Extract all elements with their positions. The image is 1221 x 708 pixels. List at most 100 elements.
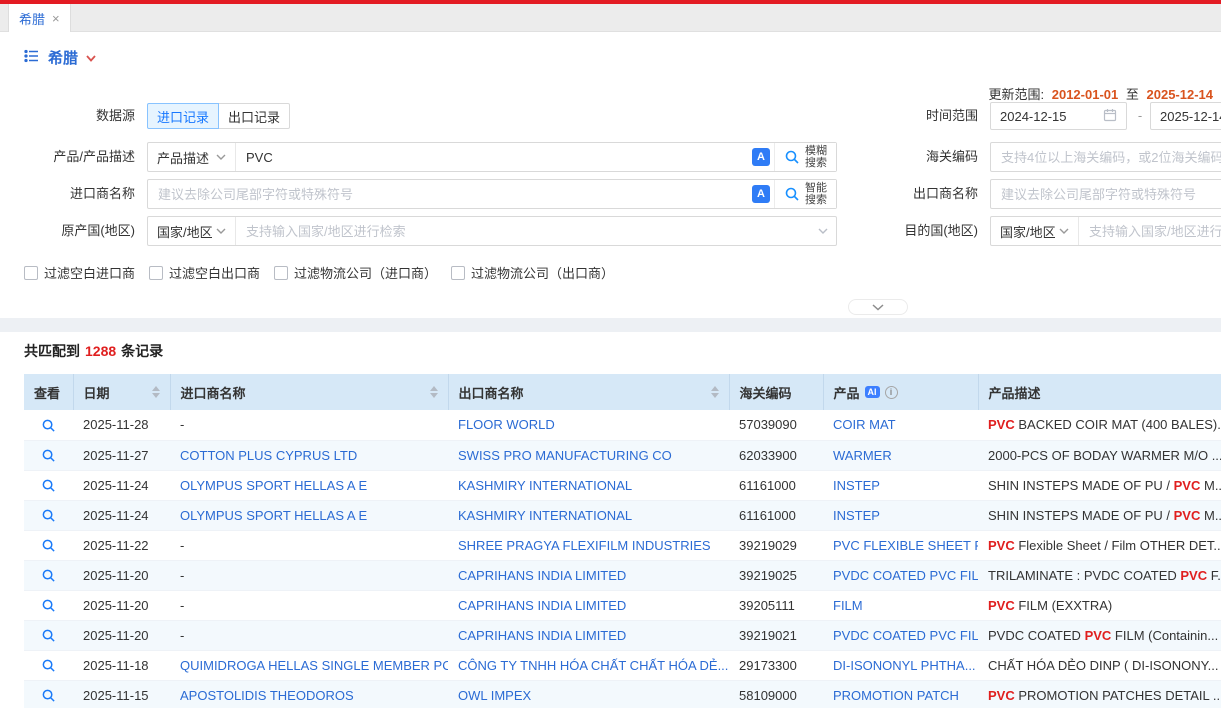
exporter-input[interactable] bbox=[990, 179, 1221, 209]
product-search-group: 产品描述 A 模糊 搜索 bbox=[147, 142, 837, 172]
product-link[interactable]: PVDC COATED PVC FIL... bbox=[833, 628, 978, 643]
exporter-link[interactable]: CAPRIHANS INDIA LIMITED bbox=[458, 598, 626, 613]
product-link[interactable]: PVDC COATED PVC FIL... bbox=[833, 568, 978, 583]
table-row[interactable]: 2025-11-20 - CAPRIHANS INDIA LIMITED 392… bbox=[24, 560, 1221, 590]
importer-link[interactable]: OLYMPUS SPORT HELLAS A E bbox=[180, 508, 367, 523]
sort-date-button[interactable] bbox=[152, 386, 160, 398]
view-magnifier-icon[interactable] bbox=[41, 598, 56, 613]
exporter-link[interactable]: CÔNG TY TNHH HÓA CHẤT CHẤT HÓA DẺ... bbox=[458, 658, 728, 673]
product-link[interactable]: FILM bbox=[833, 598, 863, 613]
exporter-link[interactable]: OWL IMPEX bbox=[458, 688, 531, 703]
table-row[interactable]: 2025-11-24 OLYMPUS SPORT HELLAS A E KASH… bbox=[24, 470, 1221, 500]
data-source-label: 数据源 bbox=[0, 101, 135, 131]
exporter-link[interactable]: SHREE PRAGYA FLEXIFILM INDUSTRIES bbox=[458, 538, 711, 553]
hs-code-label: 海关编码 bbox=[843, 142, 978, 172]
sort-exporter-button[interactable] bbox=[711, 386, 719, 398]
col-header-exporter: 出口商名称 bbox=[459, 383, 524, 402]
checkbox-icon[interactable] bbox=[451, 266, 465, 280]
view-magnifier-icon[interactable] bbox=[41, 448, 56, 463]
exporter-link[interactable]: SWISS PRO MANUFACTURING CO bbox=[458, 448, 672, 463]
export-records-button[interactable]: 出口记录 bbox=[218, 103, 290, 129]
info-icon[interactable]: i bbox=[885, 386, 898, 399]
product-link[interactable]: WARMER bbox=[833, 448, 892, 463]
checkbox-icon[interactable] bbox=[24, 266, 38, 280]
translate-glyph: A bbox=[757, 188, 765, 200]
view-magnifier-icon[interactable] bbox=[41, 628, 56, 643]
exporter-link[interactable]: CAPRIHANS INDIA LIMITED bbox=[458, 568, 626, 583]
update-range: 更新范围: 2012-01-01 至 2025-12-14 bbox=[988, 84, 1217, 103]
origin-input[interactable] bbox=[236, 217, 810, 245]
product-link[interactable]: PROMOTION PATCH bbox=[833, 688, 959, 703]
table-row[interactable]: 2025-11-27 COTTON PLUS CYPRUS LTD SWISS … bbox=[24, 440, 1221, 470]
col-header-view: 查看 bbox=[34, 386, 60, 401]
ai-badge: AI bbox=[865, 386, 880, 398]
table-header-row: 查看 日期 进口商名称 bbox=[24, 374, 1221, 410]
product-link[interactable]: INSTEP bbox=[833, 508, 880, 523]
importer-link[interactable]: COTTON PLUS CYPRUS LTD bbox=[180, 448, 357, 463]
product-type-value: 产品描述 bbox=[157, 148, 209, 167]
product-link[interactable]: INSTEP bbox=[833, 478, 880, 493]
update-range-start: 2012-01-01 bbox=[1052, 87, 1119, 102]
breadcrumb-dropdown[interactable]: 希腊 bbox=[24, 47, 96, 67]
collapse-toggle[interactable] bbox=[848, 299, 908, 315]
table-row[interactable]: 2025-11-22 - SHREE PRAGYA FLEXIFILM INDU… bbox=[24, 530, 1221, 560]
row-hs-code: 39219025 bbox=[729, 560, 823, 590]
table-row[interactable]: 2025-11-18 QUIMIDROGA HELLAS SINGLE MEMB… bbox=[24, 650, 1221, 680]
date-end-input[interactable]: 2025-12-14 bbox=[1150, 102, 1221, 130]
origin-country-select[interactable]: 国家/地区 bbox=[148, 217, 236, 245]
destination-input[interactable] bbox=[1079, 217, 1221, 245]
destination-country-select[interactable]: 国家/地区 bbox=[991, 217, 1079, 245]
checkbox-icon[interactable] bbox=[274, 266, 288, 280]
importer-link[interactable]: OLYMPUS SPORT HELLAS A E bbox=[180, 478, 367, 493]
destination-group: 国家/地区 bbox=[990, 216, 1221, 246]
exporter-link[interactable]: CAPRIHANS INDIA LIMITED bbox=[458, 628, 626, 643]
product-link[interactable]: COIR MAT bbox=[833, 417, 896, 432]
search-magnifier-icon bbox=[784, 186, 800, 202]
view-magnifier-icon[interactable] bbox=[41, 658, 56, 673]
tab-greece[interactable]: 希腊 × bbox=[8, 4, 71, 32]
calendar-icon bbox=[1103, 108, 1117, 125]
table-row[interactable]: 2025-11-15 APOSTOLIDIS THEODOROS OWL IMP… bbox=[24, 680, 1221, 708]
view-magnifier-icon[interactable] bbox=[41, 478, 56, 493]
date-start-input[interactable]: 2024-12-15 bbox=[990, 102, 1127, 130]
translate-icon[interactable]: A bbox=[748, 143, 774, 171]
filter-blank-exporter[interactable]: 过滤空白出口商 bbox=[149, 263, 260, 282]
product-link[interactable]: PVC FLEXIBLE SHEET F... bbox=[833, 538, 978, 553]
importer-link[interactable]: APOSTOLIDIS THEODOROS bbox=[180, 688, 354, 703]
exporter-link[interactable]: FLOOR WORLD bbox=[458, 417, 555, 432]
sort-importer-button[interactable] bbox=[430, 386, 438, 398]
view-magnifier-icon[interactable] bbox=[41, 538, 56, 553]
filter-logistics-importer[interactable]: 过滤物流公司（进口商） bbox=[274, 263, 437, 282]
product-link[interactable]: DI-ISONONYL PHTHA... bbox=[833, 658, 976, 673]
app-window: 希腊 × 希腊 更新范围: 2012-01-01 至 2025-12-14 数据… bbox=[0, 0, 1221, 708]
checkbox-icon[interactable] bbox=[149, 266, 163, 280]
importer-link[interactable]: QUIMIDROGA HELLAS SINGLE MEMBER PC bbox=[180, 658, 448, 673]
table-row[interactable]: 2025-11-28 - FLOOR WORLD 57039090 COIR M… bbox=[24, 410, 1221, 440]
view-magnifier-icon[interactable] bbox=[41, 418, 56, 433]
row-description: CHẤT HÓA DẺO DINP ( DI-ISONONY... bbox=[978, 650, 1221, 680]
filter-blank-importer[interactable]: 过滤空白进口商 bbox=[24, 263, 135, 282]
table-row[interactable]: 2025-11-20 - CAPRIHANS INDIA LIMITED 392… bbox=[24, 620, 1221, 650]
table-row[interactable]: 2025-11-20 - CAPRIHANS INDIA LIMITED 392… bbox=[24, 590, 1221, 620]
exporter-link[interactable]: KASHMIRY INTERNATIONAL bbox=[458, 478, 632, 493]
row-date: 2025-11-24 bbox=[73, 470, 170, 500]
translate-icon[interactable]: A bbox=[748, 180, 774, 208]
product-type-select[interactable]: 产品描述 bbox=[148, 143, 236, 171]
hs-code-input[interactable] bbox=[990, 142, 1221, 172]
filter-logistics-exporter[interactable]: 过滤物流公司（出口商） bbox=[451, 263, 614, 282]
view-magnifier-icon[interactable] bbox=[41, 508, 56, 523]
view-magnifier-icon[interactable] bbox=[41, 568, 56, 583]
origin-chevron-down-icon[interactable] bbox=[810, 217, 836, 245]
smart-search-button[interactable]: 智能 搜索 bbox=[774, 180, 836, 208]
exporter-link[interactable]: KASHMIRY INTERNATIONAL bbox=[458, 508, 632, 523]
row-hs-code: 39219021 bbox=[729, 620, 823, 650]
view-magnifier-icon[interactable] bbox=[41, 688, 56, 703]
product-input[interactable] bbox=[236, 143, 748, 171]
col-header-importer: 进口商名称 bbox=[181, 383, 246, 402]
results-table: 查看 日期 进口商名称 bbox=[24, 374, 1221, 708]
fuzzy-search-button[interactable]: 模糊 搜索 bbox=[774, 143, 836, 171]
importer-input[interactable] bbox=[148, 180, 748, 208]
import-records-button[interactable]: 进口记录 bbox=[147, 103, 219, 129]
table-row[interactable]: 2025-11-24 OLYMPUS SPORT HELLAS A E KASH… bbox=[24, 500, 1221, 530]
tab-close-icon[interactable]: × bbox=[52, 12, 60, 25]
